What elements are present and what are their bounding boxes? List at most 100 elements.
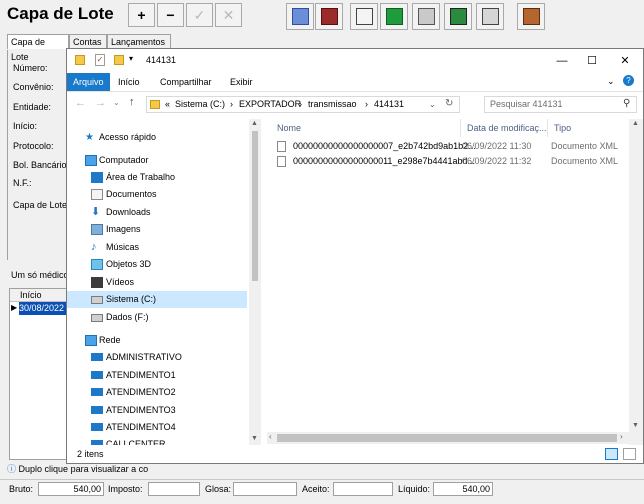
data-grid[interactable]: Início ▶ 30/08/2022 — [9, 288, 69, 460]
calculator-icon[interactable] — [286, 3, 314, 30]
scroll-right-icon[interactable]: › — [620, 432, 623, 441]
explorer-title: 414131 — [146, 55, 177, 65]
nav-item-area-de-trabalho[interactable]: Área de Trabalho — [67, 169, 247, 186]
scroll-up-icon[interactable]: ▲ — [251, 120, 258, 127]
forward-arrow-icon[interactable]: → — [95, 97, 106, 109]
file-list[interactable]: Nome Data de modificaç... Tipo 000000000… — [267, 119, 627, 439]
scroll-down-icon[interactable]: ▼ — [251, 435, 258, 442]
address-dropdown-icon[interactable]: ⌄ — [429, 100, 436, 109]
nav-item-imagens[interactable]: Imagens — [67, 221, 247, 238]
nav-item-videos[interactable]: Vídeos — [67, 274, 247, 291]
nav-item-downloads[interactable]: ⬇ Downloads — [67, 204, 247, 221]
nav-item-musicas[interactable]: ♪ Músicas — [67, 239, 247, 256]
capa-de-lote-label: Capa de Lote — [13, 200, 68, 210]
back-arrow-icon[interactable]: ← — [75, 97, 86, 109]
grid-header-inicio[interactable]: Início — [20, 290, 42, 300]
tab-compartilhar[interactable]: Compartilhar — [154, 73, 218, 91]
expand-ribbon-icon[interactable]: ⌄ — [607, 76, 615, 87]
file-modified: 06/09/2022 11:32 — [462, 156, 532, 166]
edit-document-icon[interactable] — [350, 3, 378, 30]
grid-cell-date[interactable]: 30/08/2022 — [19, 302, 68, 315]
nav-item-computador[interactable]: Computador — [67, 152, 247, 169]
add-button[interactable]: + — [128, 3, 155, 27]
maximize-button[interactable]: ☐ — [577, 49, 607, 73]
nav-item-acesso-rapido[interactable]: ★ Acesso rápido — [67, 129, 247, 146]
search-input[interactable]: Pesquisar 414131 ⚲ — [484, 96, 637, 113]
navigation-pane: ★ Acesso rápido Computador Área de Traba… — [67, 119, 263, 445]
remove-button[interactable]: − — [157, 3, 184, 27]
cancel-button[interactable]: ✕ — [215, 3, 242, 27]
breadcrumb-exportador[interactable]: EXPORTADOR — [239, 99, 301, 109]
file-modified: 06/09/2022 11:30 — [462, 141, 532, 151]
list-item[interactable]: 00000000000000000007_e2b742bd9ab1b2... 0… — [275, 139, 625, 154]
spreadsheet-icon[interactable] — [380, 3, 408, 30]
list-item[interactable]: 00000000000000000011_e298e7b4441abd... 0… — [275, 154, 625, 169]
refresh-icon[interactable]: ↻ — [445, 98, 453, 109]
scroll-up-icon[interactable]: ▲ — [632, 120, 639, 127]
nav-item-objetos-3d[interactable]: Objetos 3D — [67, 256, 247, 273]
column-header-tipo[interactable]: Tipo — [554, 119, 571, 137]
nav-item-documentos[interactable]: Documentos — [67, 186, 247, 203]
table-row[interactable]: ▶ 30/08/2022 — [10, 302, 68, 315]
help-icon[interactable]: ? — [623, 75, 634, 86]
horizontal-scroll-thumb[interactable] — [277, 434, 617, 442]
close-button[interactable]: ✕ — [607, 49, 643, 73]
customize-toolbar-icon[interactable]: ▾ — [129, 54, 133, 63]
tab-inicio[interactable]: Início — [112, 73, 146, 91]
search-icon[interactable]: ⚲ — [623, 98, 630, 109]
recent-locations-icon[interactable]: ⌄ — [113, 98, 120, 107]
drive-icon — [91, 314, 103, 322]
tools-icon[interactable] — [412, 3, 440, 30]
column-header-data[interactable]: Data de modificaç... — [467, 119, 547, 137]
column-header-nome[interactable]: Nome — [277, 119, 301, 137]
nav-label: CALLCENTER — [106, 439, 166, 445]
nav-item-callcenter[interactable]: CALLCENTER — [67, 436, 247, 445]
address-bar[interactable]: « Sistema (C:) › EXPORTADOR › transmissa… — [146, 96, 460, 113]
minimize-button[interactable]: — — [547, 49, 577, 73]
breadcrumb-414131[interactable]: 414131 — [374, 99, 404, 109]
up-arrow-icon[interactable]: ↑ — [129, 96, 135, 108]
nav-item-atendimento4[interactable]: ATENDIMENTO4 — [67, 419, 247, 436]
nav-label: Computador — [99, 155, 149, 165]
tab-lancamentos[interactable]: Lançamentos — [107, 34, 171, 49]
properties-icon[interactable]: ✓ — [95, 54, 105, 66]
breadcrumb-sistema[interactable]: Sistema (C:) — [175, 99, 225, 109]
printer-icon[interactable] — [476, 3, 504, 30]
column-divider[interactable] — [460, 119, 461, 137]
totals-footer: Bruto: 540,00 Imposto: Glosa: Aceito: Lí… — [0, 479, 644, 504]
nav-item-atendimento3[interactable]: ATENDIMENTO3 — [67, 402, 247, 419]
file-explorer-window[interactable]: ✓ ▾ 414131 — ☐ ✕ Arquivo Início Comparti… — [66, 48, 644, 464]
nav-item-rede[interactable]: Rede — [67, 332, 247, 349]
tab-capa-de-lote[interactable]: Capa de Lote — [7, 34, 69, 62]
tab-contas[interactable]: Contas — [69, 34, 107, 49]
large-icons-view-icon[interactable] — [623, 448, 636, 460]
images-icon — [91, 224, 103, 235]
column-divider[interactable] — [547, 119, 548, 137]
scroll-left-icon[interactable]: ‹ — [269, 432, 272, 441]
breadcrumb-separator: › — [299, 99, 302, 109]
tab-arquivo[interactable]: Arquivo — [67, 73, 110, 91]
exit-door-icon[interactable] — [517, 3, 545, 30]
details-view-icon[interactable] — [605, 448, 618, 460]
nav-item-administrativo[interactable]: ADMINISTRATIVO — [67, 349, 247, 366]
breadcrumb-overflow[interactable]: « — [165, 99, 170, 109]
send-icon[interactable] — [444, 3, 472, 30]
books-icon[interactable] — [315, 3, 343, 30]
tab-exibir[interactable]: Exibir — [224, 73, 259, 91]
nav-scroll-thumb[interactable] — [252, 131, 258, 281]
imposto-value — [148, 482, 200, 496]
numero-label: Número: — [13, 63, 48, 73]
nav-item-dados-f[interactable]: Dados (F:) — [67, 309, 247, 326]
nav-item-atendimento1[interactable]: ATENDIMENTO1 — [67, 367, 247, 384]
list-horizontal-scrollbar[interactable]: ‹ › — [267, 432, 629, 444]
nav-label: Objetos 3D — [106, 259, 152, 269]
nav-item-atendimento2[interactable]: ATENDIMENTO2 — [67, 384, 247, 401]
breadcrumb-transmissao[interactable]: transmissao — [308, 99, 357, 109]
explorer-titlebar[interactable]: ✓ ▾ 414131 — ☐ ✕ — [67, 49, 643, 73]
new-folder-icon[interactable] — [114, 55, 124, 65]
convenio-label: Convênio: — [13, 82, 54, 92]
list-vertical-scrollbar[interactable]: ▲ ▼ — [629, 119, 643, 445]
scroll-down-icon[interactable]: ▼ — [632, 422, 639, 429]
confirm-button[interactable]: ✓ — [186, 3, 213, 27]
nav-item-sistema-c[interactable]: Sistema (C:) — [67, 291, 247, 308]
